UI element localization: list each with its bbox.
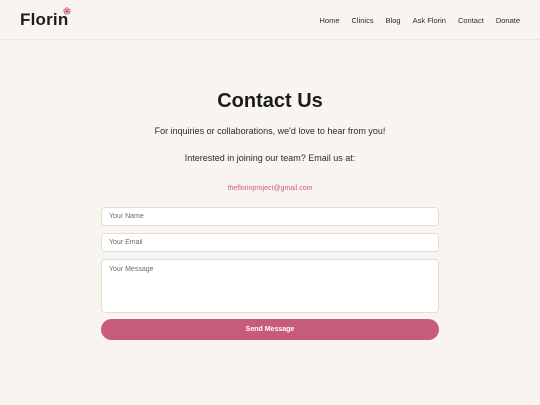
flower-icon <box>63 7 71 15</box>
nav-donate[interactable]: Donate <box>496 16 520 25</box>
nav-contact[interactable]: Contact <box>458 16 484 25</box>
email-field[interactable] <box>101 233 439 252</box>
message-field[interactable] <box>101 259 439 313</box>
join-team-text: Interested in joining our team? Email us… <box>184 153 356 163</box>
page-title: Contact Us <box>217 90 323 112</box>
contact-subtitle: For inquiries or collaborations, we'd lo… <box>154 126 386 136</box>
site-header: Florin Home Clinics Blog Ask Florin Cont… <box>0 0 540 40</box>
nav-clinics[interactable]: Clinics <box>352 16 374 25</box>
nav-home[interactable]: Home <box>319 16 339 25</box>
main-nav: Home Clinics Blog Ask Florin Contact Don… <box>319 16 520 25</box>
contact-email-link[interactable]: theflorinproject@gmail.com <box>0 185 540 192</box>
name-field[interactable] <box>101 207 439 226</box>
logo-text[interactable]: Florin <box>20 10 68 30</box>
nav-blog[interactable]: Blog <box>386 16 401 25</box>
send-message-button[interactable]: Send Message <box>101 319 439 340</box>
nav-ask-florin[interactable]: Ask Florin <box>413 16 446 25</box>
